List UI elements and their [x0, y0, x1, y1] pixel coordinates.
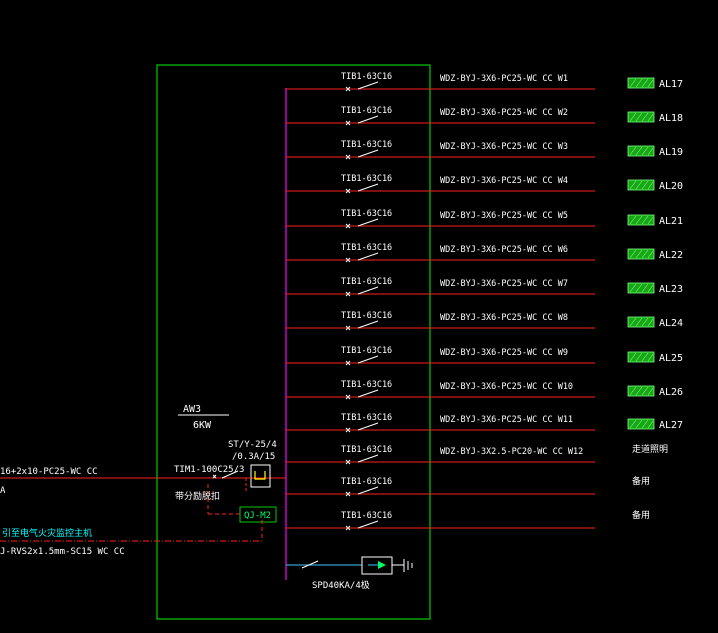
destination-tag	[627, 248, 655, 260]
incoming-cable: 16+2x10-PC25-WC CC	[0, 467, 98, 477]
breaker-contact	[357, 183, 379, 192]
circuit-breaker-label: TIB1-63C16	[341, 174, 392, 184]
circuit-cable-label: WDZ-BYJ-3X6-PC25-WC CC W1	[440, 74, 568, 84]
destination-label: AL18	[659, 113, 683, 124]
destination-tag	[627, 385, 655, 397]
destination-tag	[627, 214, 655, 226]
destination-label: 备用	[632, 475, 650, 487]
module-label: QJ-M2	[244, 511, 271, 521]
circuit-breaker-label: TIB1-63C16	[341, 209, 392, 219]
destination-tag	[627, 179, 655, 191]
circuit-breaker-label: TIB1-63C16	[341, 346, 392, 356]
schematic-canvas: AW3 6KW 16+2x10-PC25-WC CC A TIM1-100C25…	[0, 64, 683, 620]
destination-label: 走道照明	[632, 443, 668, 455]
breaker-contact	[357, 81, 379, 90]
destination-tag	[627, 282, 655, 294]
breaker-contact	[357, 149, 379, 158]
circuit-cable-label: WDZ-BYJ-3X6-PC25-WC CC W8	[440, 313, 568, 323]
destination-label: AL20	[659, 181, 683, 192]
destination-label: AL19	[659, 147, 683, 158]
destination-label: AL26	[659, 387, 683, 398]
destination-tag	[627, 418, 655, 430]
breaker-contact	[357, 115, 379, 124]
panel-power: 6KW	[193, 420, 212, 431]
circuit-cable-label: WDZ-BYJ-3X6-PC25-WC CC W4	[440, 176, 568, 186]
destination-label: AL17	[659, 79, 683, 90]
circuit-cable-label: WDZ-BYJ-3X6-PC25-WC CC W6	[440, 245, 568, 255]
circuit-breaker-label: TIB1-63C16	[341, 311, 392, 321]
breaker-contact	[357, 422, 379, 431]
incoming-breaker-note: 带分励脱扣	[175, 490, 220, 502]
circuit-cable-label: WDZ-BYJ-3X6-PC25-WC CC W11	[440, 415, 573, 425]
destination-label: AL21	[659, 216, 683, 227]
circuit-breaker-label: TIB1-63C16	[341, 413, 392, 423]
destination-label: AL23	[659, 284, 683, 295]
st-rating: /0.3A/15	[232, 452, 275, 462]
destination-tag	[627, 145, 655, 157]
circuit-breaker-label: TIB1-63C16	[341, 277, 392, 287]
circuit-breaker-label: TIB1-63C16	[341, 106, 392, 116]
incoming-cable-suffix: A	[0, 486, 6, 496]
destination-label: AL25	[659, 353, 683, 364]
breaker-contact	[357, 218, 379, 227]
spd-device	[286, 556, 413, 575]
destination-tag	[627, 316, 655, 328]
destination-label: AL27	[659, 420, 683, 431]
circuit-breaker-label: TIB1-63C16	[341, 477, 392, 487]
destination-label: 备用	[632, 509, 650, 521]
breaker-contact	[357, 454, 379, 463]
breaker-contact	[357, 320, 379, 329]
incoming-breaker-label: TIM1-100C25/3	[174, 465, 244, 475]
circuit-breaker-label: TIB1-63C16	[341, 380, 392, 390]
circuit-breaker-label: TIB1-63C16	[341, 511, 392, 521]
circuit-breaker-label: TIB1-63C16	[341, 243, 392, 253]
fire-cable: J-RVS2x1.5mm-SC15 WC CC	[0, 547, 125, 557]
panel-name: AW3	[183, 404, 201, 415]
destination-tag	[627, 77, 655, 89]
st-label: ST/Y-25/4	[228, 440, 277, 450]
circuit-cable-label: WDZ-BYJ-3X6-PC25-WC CC W3	[440, 142, 568, 152]
destination-tag	[627, 111, 655, 123]
destination-label: AL24	[659, 318, 683, 329]
circuit-cable-label: WDZ-BYJ-3X6-PC25-WC CC W7	[440, 279, 568, 289]
circuit-cable-label: WDZ-BYJ-3X6-PC25-WC CC W9	[440, 348, 568, 358]
breaker-contact	[357, 520, 379, 529]
circuit-cable-label: WDZ-BYJ-3X6-PC25-WC CC W10	[440, 382, 573, 392]
circuit-cable-label: WDZ-BYJ-3X2.5-PC20-WC CC W12	[440, 447, 583, 457]
destination-label: AL22	[659, 250, 683, 261]
circuit-breaker-label: TIB1-63C16	[341, 445, 392, 455]
breaker-contact	[357, 389, 379, 398]
circuit-breaker-label: TIB1-63C16	[341, 140, 392, 150]
circuit-breaker-label: TIB1-63C16	[341, 72, 392, 82]
circuit-cable-label: WDZ-BYJ-3X6-PC25-WC CC W5	[440, 211, 568, 221]
breaker-contact	[357, 486, 379, 495]
spd-label: SPD40KA/4极	[312, 579, 370, 591]
breaker-contact	[357, 286, 379, 295]
breaker-contact	[357, 355, 379, 364]
circuit-cable-label: WDZ-BYJ-3X6-PC25-WC CC W2	[440, 108, 568, 118]
fire-note: 引至电气火灾监控主机	[2, 527, 92, 539]
destination-tag	[627, 351, 655, 363]
outgoing-circuits: TIB1-63C16 WDZ-BYJ-3X6-PC25-WC CC W1 AL17 T…	[286, 72, 683, 531]
breaker-contact	[357, 252, 379, 261]
